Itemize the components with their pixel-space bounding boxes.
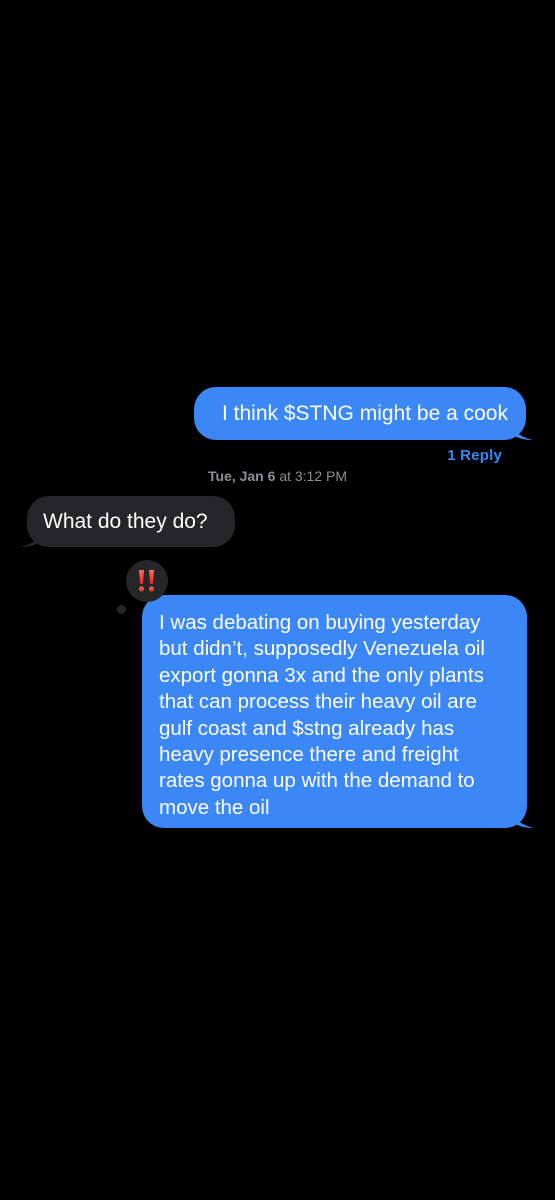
exclamation-icon bbox=[138, 570, 155, 592]
timestamp-time: at 3:12 PM bbox=[279, 468, 348, 484]
message-thread: I think $STNG might be a cook 1 Reply Tu… bbox=[0, 0, 555, 1200]
message-text: What do they do? bbox=[43, 510, 208, 533]
message-text: I think $STNG might be a cook bbox=[222, 402, 508, 425]
tapback-reaction[interactable] bbox=[126, 560, 168, 602]
bubble-tail-icon bbox=[512, 808, 534, 828]
bubble-tail-icon bbox=[20, 527, 42, 547]
bubble-tail-icon bbox=[511, 420, 533, 440]
sent-message-bubble[interactable]: I think $STNG might be a cook bbox=[194, 387, 533, 440]
sent-message-bubble[interactable]: I was debating on buying yesterday but d… bbox=[142, 595, 534, 828]
message-timestamp: Tue, Jan 6 at 3:12 PM bbox=[0, 468, 555, 484]
reply-count-link[interactable]: 1 Reply bbox=[447, 447, 502, 464]
message-text: I was debating on buying yesterday but d… bbox=[159, 611, 485, 819]
timestamp-day: Tue, Jan 6 bbox=[207, 468, 276, 484]
received-message-bubble[interactable]: What do they do? bbox=[20, 496, 235, 547]
tapback-tail-dot bbox=[117, 605, 126, 614]
